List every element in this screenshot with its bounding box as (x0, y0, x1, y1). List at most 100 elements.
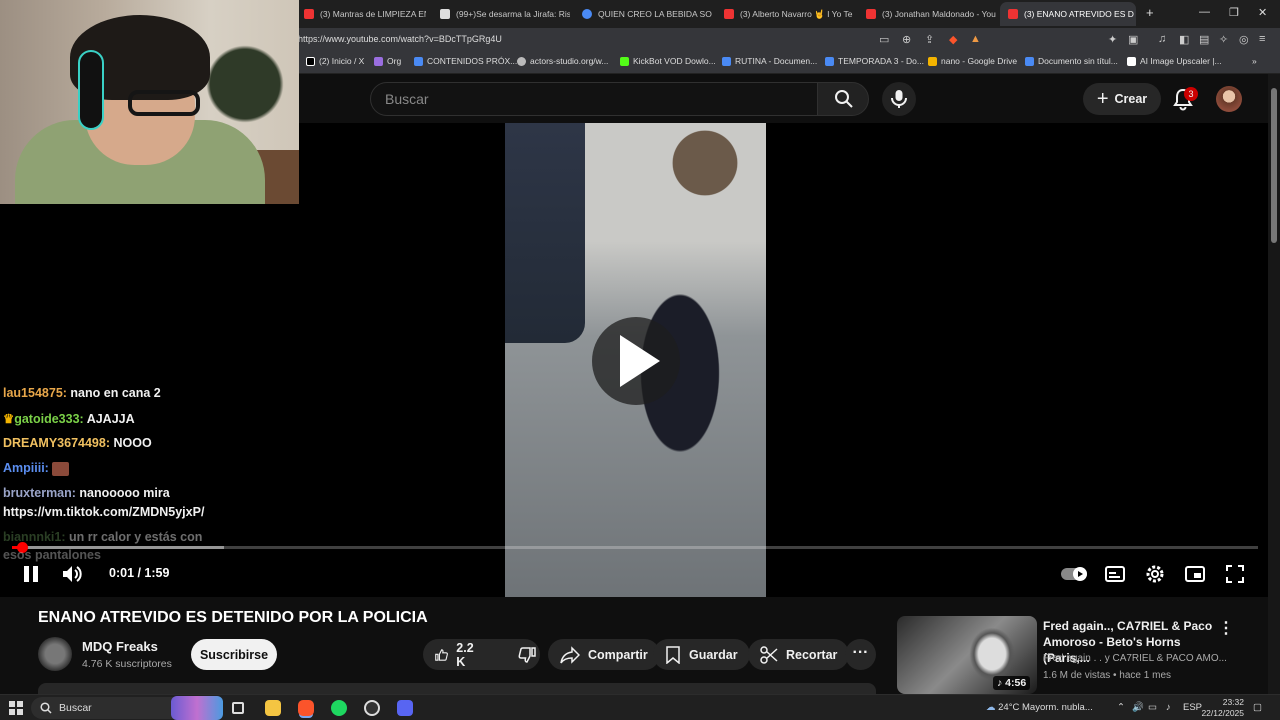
headset-icon (78, 50, 104, 130)
scissors-icon (760, 645, 778, 664)
browser-tab[interactable]: QUIEN CREO LA BEBIDA SOL A (574, 2, 712, 26)
more-actions-icon[interactable]: ··· (845, 639, 876, 670)
cast-icon[interactable]: ▭ (879, 33, 889, 46)
recommendation-channel[interactable]: Fred again . . y CA7RIEL & PACO AMO... (1043, 653, 1227, 664)
more-options-icon[interactable]: ⋮ (1218, 618, 1234, 638)
bookmarks-overflow-icon[interactable]: » (1252, 56, 1257, 66)
docs-icon (414, 56, 423, 66)
bookmark-item[interactable]: (2) Inicio / X (306, 56, 364, 66)
media-icon[interactable]: ♫ (1158, 33, 1166, 45)
bookmark-item[interactable]: CONTENIDOS PRÓX... (414, 56, 517, 66)
like-dislike-group: 2.2 K (423, 639, 540, 670)
search-input[interactable]: Buscar (370, 82, 818, 116)
vpn-icon[interactable]: ◎ (1239, 33, 1249, 46)
play-icon (620, 335, 660, 387)
chrome-favicon-icon (582, 9, 592, 19)
bookmark-item[interactable]: Org (374, 56, 401, 66)
search-button[interactable] (817, 82, 869, 116)
bookmark-item[interactable]: Documento sin títul... (1025, 56, 1118, 66)
new-tab-button[interactable]: + (1146, 5, 1154, 20)
voice-search-button[interactable] (882, 82, 916, 116)
url-field[interactable]: https://www.youtube.com/watch?v=BDcTTpGR… (298, 34, 502, 44)
bookmark-item[interactable]: actors-studio.org/w... (517, 56, 608, 66)
menu-icon[interactable]: ≡ (1259, 33, 1265, 45)
notifications-center-icon[interactable]: ▢ (1253, 702, 1262, 713)
brave-browser-icon[interactable] (298, 700, 314, 716)
thumbs-up-icon (435, 648, 448, 661)
windows-start-icon[interactable] (9, 701, 23, 715)
network-icon[interactable]: ▭ (1148, 702, 1157, 713)
channel-name[interactable]: MDQ Freaks (82, 639, 158, 654)
share-arrow-icon (560, 645, 580, 664)
reading-list-icon[interactable]: ◧ (1179, 33, 1189, 46)
chat-message: biannnki1: un rr calor y estás con (3, 530, 203, 544)
chat-message: ♛gatoide333: AJAJJA (3, 412, 135, 426)
bookmark-item[interactable]: RUTINA - Documen... (722, 56, 817, 66)
recommendation-meta: 1.6 M de vistas • hace 1 mes (1043, 670, 1172, 681)
youtube-favicon-icon (866, 9, 876, 19)
pause-icon[interactable] (20, 563, 42, 585)
create-button[interactable]: + Crear (1083, 83, 1161, 115)
weather-widget[interactable]: ☁ 24°C Mayorm. nubla... (986, 702, 1093, 713)
sidebar-icon[interactable]: ▣ (1128, 33, 1138, 46)
brave-rewards-icon[interactable]: ▲ (970, 33, 981, 45)
settings-gear-icon[interactable] (1144, 563, 1166, 585)
browser-tab[interactable]: (99+)Se desarma la Jirafa: Risa (432, 2, 570, 26)
extensions-icon[interactable]: ✦ (1108, 33, 1117, 46)
volume-icon[interactable] (61, 563, 83, 585)
tray-overflow-icon[interactable]: ⌃ (1117, 702, 1125, 713)
taskbar-search[interactable]: Buscar (31, 696, 223, 720)
bookmark-item[interactable]: KickBot VOD Dowlo... (620, 56, 716, 66)
minimize-icon[interactable]: — (1199, 6, 1210, 18)
zoom-icon[interactable]: ⊕ (902, 33, 911, 46)
crown-badge-icon: ♛ (3, 412, 15, 426)
thumbs-down-icon (518, 646, 537, 663)
share-icon[interactable]: ⇪ (925, 33, 934, 46)
dislike-button[interactable] (506, 639, 548, 670)
browser-tab[interactable]: (3) Alberto Navarro 🤘 I Yo Te (716, 2, 854, 26)
youtube-favicon-icon (1008, 9, 1018, 19)
miniplayer-icon[interactable] (1184, 563, 1206, 585)
browser-tab[interactable]: (3) Mantras de LIMPIEZA ENERG (296, 2, 426, 26)
video-title: ENANO ATREVIDO ES DETENIDO POR LA POLICI… (38, 609, 428, 626)
progress-bar[interactable] (12, 542, 1258, 553)
brave-shield-icon[interactable]: ◆ (949, 33, 957, 46)
fullscreen-icon[interactable] (1224, 563, 1246, 585)
share-button[interactable]: Compartir (548, 639, 660, 670)
music-note-icon: ♪ (997, 677, 1006, 689)
windows-taskbar: Buscar ☁ 24°C Mayorm. nubla... ⌃ 🔊 ▭ ♪ E… (0, 694, 1280, 720)
subscribe-button[interactable]: Suscribirse (191, 639, 277, 670)
browser-tab[interactable]: (3) Jonathan Maldonado - You (858, 2, 996, 26)
discord-icon[interactable] (397, 700, 413, 716)
task-view-icon[interactable] (232, 702, 244, 714)
taskbar-mic-icon[interactable]: ♪ (1166, 702, 1171, 713)
bookmark-icon (666, 645, 680, 664)
clip-button[interactable]: Recortar (748, 639, 850, 670)
bookmark-item[interactable]: TEMPORADA 3 - Do... (825, 56, 924, 66)
spotify-icon[interactable] (331, 700, 347, 716)
docs-icon (1025, 56, 1034, 66)
scrollbar[interactable] (1268, 74, 1280, 694)
docs-icon (825, 56, 834, 66)
obs-icon[interactable] (364, 700, 380, 716)
subtitles-icon[interactable] (1104, 563, 1126, 585)
browser-tab-active[interactable]: (3) ENANO ATREVIDO ES D✕ (1000, 2, 1136, 26)
close-window-icon[interactable]: ✕ (1258, 6, 1267, 19)
file-explorer-icon[interactable] (265, 700, 281, 716)
autoplay-toggle-icon[interactable] (1060, 563, 1088, 585)
account-avatar[interactable] (1216, 86, 1242, 112)
save-button[interactable]: Guardar (653, 639, 750, 670)
bookmark-item[interactable]: nano - Google Drive (928, 56, 1017, 66)
cloud-icon: ☁ (986, 702, 999, 713)
taskbar-volume-icon[interactable]: 🔊 (1132, 702, 1144, 713)
taskbar-clock[interactable]: 23:32 22/12/2025 (1196, 697, 1244, 719)
ai-icon[interactable]: ✧ (1219, 33, 1228, 46)
wallet-icon[interactable]: ▤ (1199, 33, 1209, 46)
scrollbar-thumb[interactable] (1271, 88, 1277, 243)
bookmark-item[interactable]: AI Image Upscaler |... (1127, 56, 1222, 66)
play-button[interactable] (592, 317, 680, 405)
drive-icon (928, 56, 937, 66)
like-button[interactable]: 2.2 K (423, 639, 490, 670)
channel-avatar[interactable] (38, 637, 72, 671)
restore-icon[interactable]: ❐ (1229, 6, 1239, 19)
